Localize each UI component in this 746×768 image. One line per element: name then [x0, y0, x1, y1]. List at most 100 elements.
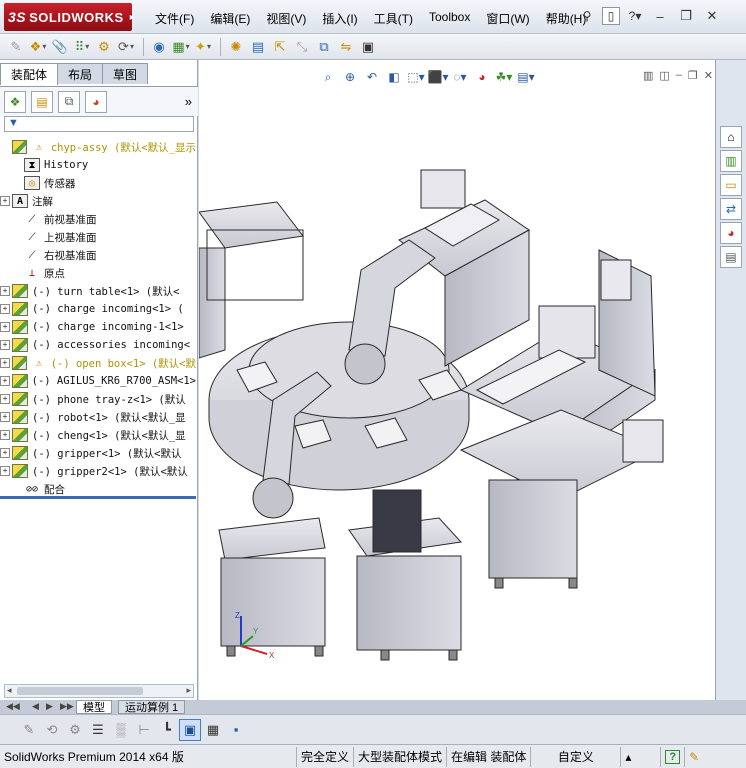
appearances-scenes-icon[interactable]: ◕ — [720, 222, 742, 244]
baseline-dimension-icon[interactable]: ┗ — [156, 719, 178, 741]
minimize-window-icon[interactable]: – — [650, 8, 670, 24]
help-status-icon[interactable]: ? — [660, 746, 684, 767]
explode-line-sketch-icon[interactable]: ⤡ — [292, 37, 312, 57]
viewport-minimize-icon[interactable]: – — [676, 69, 682, 82]
expand-toggle[interactable]: + — [0, 466, 10, 476]
scrollbar-thumb[interactable] — [17, 687, 143, 695]
expand-toggle[interactable]: + — [0, 412, 10, 422]
edit-appearance-icon[interactable]: ◕ — [473, 68, 491, 86]
solidworks-resources-icon[interactable]: ⌂ — [720, 126, 742, 148]
split-view-horizontal-icon[interactable]: ▥ — [643, 69, 653, 82]
insert-component-icon[interactable]: ❖ — [28, 37, 48, 57]
tree-item-component[interactable]: + (-) gripper<1> (默认<默认 — [0, 444, 196, 462]
assembly-features-icon[interactable]: ▦ — [171, 37, 191, 57]
expand-toggle[interactable]: + — [0, 448, 10, 458]
tree-item-right-plane[interactable]: ⟋ 右视基准面 — [0, 246, 196, 264]
apply-scene-icon[interactable]: ☘▾ — [495, 68, 513, 86]
help-dropdown-icon[interactable]: ?▾ — [626, 7, 644, 25]
units-selector[interactable]: 自定义 — [530, 746, 620, 767]
design-library-icon[interactable]: ▥ — [720, 150, 742, 172]
custom-properties-icon[interactable]: ▤ — [720, 246, 742, 268]
tab-motion-study-1[interactable]: 运动算例 1 — [118, 700, 186, 714]
previous-view-icon[interactable]: ↶ — [363, 68, 381, 86]
viewport-restore-icon[interactable]: ❐ — [688, 69, 698, 82]
save-icon[interactable]: ▪ — [225, 719, 247, 741]
expand-toggle[interactable]: + — [0, 304, 10, 314]
new-motion-study-icon[interactable]: ✺ — [226, 37, 246, 57]
scroll-right-icon[interactable]: ▸ — [186, 685, 191, 696]
tree-item-origin[interactable]: ⊥ 原点 — [0, 264, 196, 282]
first-tab-icon[interactable]: ◀◀ — [6, 701, 20, 712]
tree-item-component[interactable]: + (-) cheng<1> (默认<默认_显 — [0, 426, 196, 444]
menu-view[interactable]: 视图(V) — [261, 8, 311, 29]
section-view-icon[interactable]: ◧ — [385, 68, 403, 86]
options-icon[interactable]: ⚙ — [64, 719, 86, 741]
hide-show-items-icon[interactable]: ◌▾ — [451, 68, 469, 86]
expand-toggle[interactable]: + — [0, 322, 10, 332]
display-style-icon[interactable]: ⬛▾ — [428, 68, 449, 86]
menu-file[interactable]: 文件(F) — [150, 8, 199, 29]
tree-item-mates[interactable]: ⊘⊘ 配合 — [0, 480, 196, 496]
display-manager-icon[interactable]: ◕ — [85, 90, 107, 113]
file-explorer-icon[interactable]: ▭ — [720, 174, 742, 196]
tree-item-component[interactable]: + (-) AGILUS_KR6_R700_ASM<1> — [0, 372, 196, 390]
shaded-view-icon[interactable]: ▣ — [179, 718, 201, 741]
units-dropdown-icon[interactable]: ▴ — [620, 746, 660, 767]
menu-insert[interactable]: 插入(I) — [317, 8, 362, 29]
close-window-icon[interactable]: ✕ — [702, 8, 722, 24]
smart-fasteners-icon[interactable]: ⚙ — [94, 37, 114, 57]
scroll-left-icon[interactable]: ◂ — [7, 685, 12, 696]
show-hidden-icon[interactable]: ◉ — [149, 37, 169, 57]
menu-toolbox[interactable]: Toolbox — [424, 8, 475, 29]
tree-item-top-plane[interactable]: ⟋ 上视基准面 — [0, 228, 196, 246]
tab-sketch[interactable]: 草图 — [102, 63, 149, 84]
expand-toggle[interactable]: + — [0, 196, 10, 206]
instant3d-icon[interactable]: ▣ — [358, 37, 378, 57]
expand-toggle[interactable]: + — [0, 376, 10, 386]
pin-icon[interactable]: ⚲ — [578, 7, 596, 25]
tree-item-front-plane[interactable]: ⟋ 前视基准面 — [0, 210, 196, 228]
tree-item-component[interactable]: + (-) accessories incoming< — [0, 336, 196, 354]
menu-edit[interactable]: 编辑(E) — [205, 8, 255, 29]
reference-geometry-icon[interactable]: ✦ — [193, 37, 213, 57]
next-tab-icon[interactable]: ▶ — [46, 701, 53, 712]
split-view-vertical-icon[interactable]: ◫ — [659, 69, 669, 82]
feature-manager-tree-icon[interactable]: ❖ — [4, 90, 26, 113]
bill-of-materials-icon[interactable]: ▤ — [248, 37, 268, 57]
edit-sketch-icon[interactable]: ✎ — [18, 719, 40, 741]
table-icon[interactable]: ▦ — [202, 719, 224, 741]
tree-item-history[interactable]: ⧗ History — [0, 156, 196, 174]
menu-window[interactable]: 窗口(W) — [481, 8, 534, 29]
tree-item-root-assembly[interactable]: ⚠ chyp-assy (默认<默认_显示 — [0, 138, 196, 156]
edit-component-icon[interactable]: ✎ — [6, 37, 26, 57]
view-palette-icon[interactable]: ⇄ — [720, 198, 742, 220]
rebuild-status-icon[interactable]: ✎ — [684, 746, 703, 767]
tree-item-component[interactable]: + (-) charge incoming-1<1> — [0, 318, 196, 336]
interference-detection-icon[interactable]: ⧉ — [314, 37, 334, 57]
linear-dimension-icon[interactable]: ⊢ — [133, 719, 155, 741]
clearance-verification-icon[interactable]: ⇋ — [336, 37, 356, 57]
previous-tab-icon[interactable]: ◀ — [32, 701, 39, 712]
move-component-icon[interactable]: ⟳ — [116, 37, 136, 57]
solidworks-logo[interactable]: 3S SOLIDWORKS ▸ — [4, 3, 135, 31]
mate-icon[interactable]: 📎 — [50, 37, 70, 57]
menu-tools[interactable]: 工具(T) — [369, 8, 418, 29]
hatch-icon[interactable]: ▒ — [110, 719, 132, 741]
tree-item-component[interactable]: + ⚠ (-) open box<1> (默认<默 — [0, 354, 196, 372]
tree-item-component[interactable]: + (-) robot<1> (默认<默认_显 — [0, 408, 196, 426]
expand-toggle[interactable]: + — [0, 286, 10, 296]
property-manager-icon[interactable]: ▤ — [31, 90, 53, 113]
tab-model[interactable]: 模型 — [76, 700, 112, 714]
expand-toggle[interactable]: + — [0, 340, 10, 350]
tree-item-component[interactable]: + (-) charge incoming<1> ( — [0, 300, 196, 318]
graphics-area[interactable]: ⌕ ⊕ ↶ ◧ ⬚▾ ⬛▾ ◌▾ ◕ ☘▾ ▤▾ ▥ ◫ – ❐ ✕ Z X Y — [199, 60, 715, 700]
exploded-view-icon[interactable]: ⇱ — [270, 37, 290, 57]
tree-filter[interactable]: ▼ — [4, 116, 194, 132]
zoom-to-area-icon[interactable]: ⊕ — [341, 68, 359, 86]
tree-horizontal-scrollbar[interactable]: ◂ ▸ — [4, 684, 194, 698]
viewport-close-icon[interactable]: ✕ — [704, 69, 713, 82]
tab-assembly[interactable]: 装配体 — [0, 63, 59, 85]
expand-toggle[interactable]: + — [0, 358, 10, 368]
expand-toggle[interactable]: + — [0, 430, 10, 440]
zoom-to-fit-icon[interactable]: ⌕ — [319, 68, 337, 86]
